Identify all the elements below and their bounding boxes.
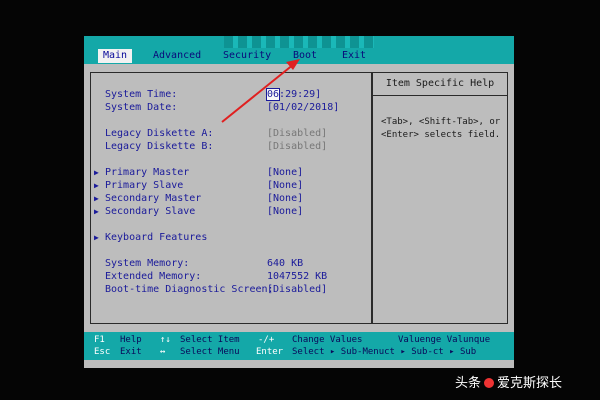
red-annotation-arrow-icon [221, 59, 300, 123]
watermark-right-text: 爱克斯探长 [497, 376, 563, 391]
watermark-left-text: 头条 [455, 376, 482, 391]
watermark: 头条 爱克斯探长 [455, 372, 562, 391]
watermark-logo-icon [484, 378, 495, 388]
